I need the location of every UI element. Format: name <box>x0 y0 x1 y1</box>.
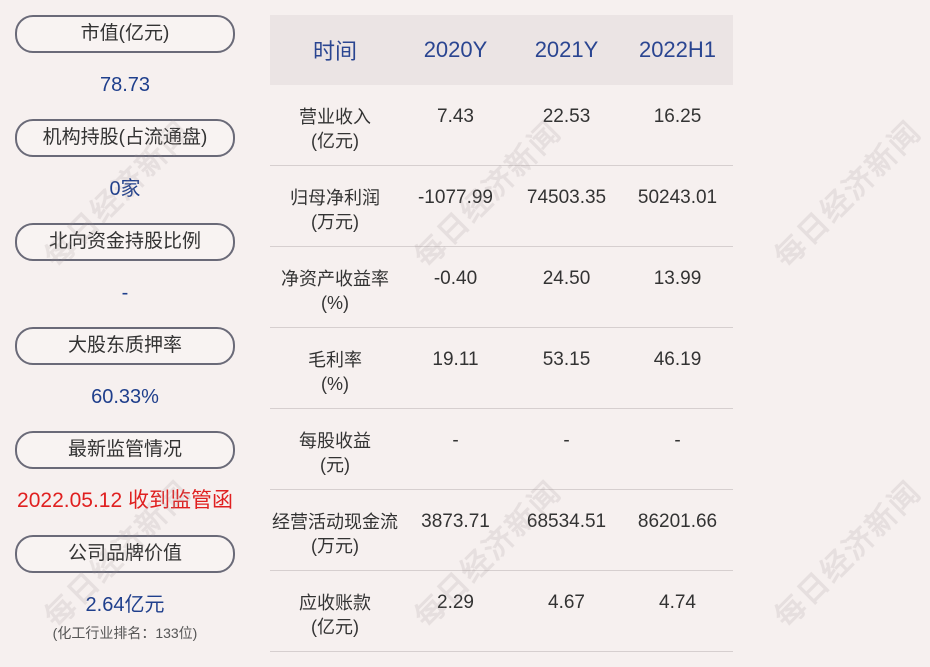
table-header: 时间 2020Y 2021Y 2022H1 <box>270 15 733 85</box>
row-label-unit: (亿元) <box>311 617 359 637</box>
row-label: 应收账款 (亿元) <box>270 571 400 639</box>
row-label: 营业收入 (亿元) <box>270 85 400 153</box>
table-cell: 74503.35 <box>526 187 607 208</box>
row-label-main: 每股收益 <box>299 431 371 451</box>
metric-label: 机构持股(占流通盘) <box>15 119 235 157</box>
row-label: 净资产收益率 (%) <box>270 247 400 315</box>
metric-value: - <box>121 282 129 304</box>
header-cell: 2022H1 <box>638 37 717 62</box>
metric-note: (化工行业排名：133位) <box>52 625 198 641</box>
table-cell: 22.53 <box>542 106 591 127</box>
table-cell: 50243.01 <box>637 187 718 208</box>
table-cell: 3873.71 <box>421 511 490 532</box>
metric-pledge-rate: 大股东质押率 60.33% <box>15 327 235 431</box>
metric-value: 60.33% <box>91 386 159 408</box>
table-row: 毛利率 (%) 19.11 53.15 46.19 <box>270 328 733 409</box>
row-label-main: 毛利率 <box>308 350 362 370</box>
table-cell: 16.25 <box>653 106 702 127</box>
row-label-unit: (万元) <box>311 212 359 232</box>
metric-label: 公司品牌价值 <box>15 535 235 573</box>
row-label-main: 营业收入 <box>299 107 371 127</box>
table-cell: 4.67 <box>548 592 585 613</box>
table-cell: - <box>674 430 681 451</box>
table-row: 每股收益 (元) - - - <box>270 409 733 490</box>
table-cell: 7.43 <box>437 106 474 127</box>
watermark: 每日经济新闻 <box>768 114 929 275</box>
metric-label: 大股东质押率 <box>15 327 235 365</box>
row-label: 经营活动现金流 (万元) <box>270 490 400 558</box>
table-cell: 68534.51 <box>526 511 607 532</box>
row-label-main: 应收账款 <box>299 593 371 613</box>
metric-market-cap: 市值(亿元) 78.73 <box>15 15 235 119</box>
table-row: 经营活动现金流 (万元) 3873.71 68534.51 86201.66 <box>270 490 733 571</box>
financial-table: 时间 2020Y 2021Y 2022H1 营业收入 (亿元) 7.43 22.… <box>270 15 733 652</box>
watermark: 每日经济新闻 <box>768 474 929 635</box>
metric-institutional-holdings: 机构持股(占流通盘) 0家 <box>15 119 235 223</box>
row-label-unit: (亿元) <box>311 131 359 151</box>
table-cell: 24.50 <box>542 268 591 289</box>
table-row: 净资产收益率 (%) -0.40 24.50 13.99 <box>270 247 733 328</box>
table-cell: 86201.66 <box>637 511 718 532</box>
metric-label: 北向资金持股比例 <box>15 223 235 261</box>
header-cell: 2020Y <box>423 37 488 62</box>
header-cell: 2021Y <box>534 37 599 62</box>
table-row: 营业收入 (亿元) 7.43 22.53 16.25 <box>270 85 733 166</box>
table-cell: 4.74 <box>659 592 696 613</box>
row-label-unit: (万元) <box>311 536 359 556</box>
table-cell: -1077.99 <box>417 187 493 208</box>
table-row: 归母净利润 (万元) -1077.99 74503.35 50243.01 <box>270 166 733 247</box>
metric-brand-value: 公司品牌价值 2.64亿元 (化工行业排名：133位) <box>15 535 235 641</box>
metric-regulatory-status: 最新监管情况 2022.05.12 收到监管函 <box>15 431 235 535</box>
table-row: 应收账款 (亿元) 2.29 4.67 4.74 <box>270 571 733 652</box>
table-cell: 19.11 <box>432 349 479 370</box>
row-label-unit: (%) <box>321 374 349 394</box>
row-label: 每股收益 (元) <box>270 409 400 477</box>
table-cell: 13.99 <box>653 268 702 289</box>
row-label-main: 经营活动现金流 <box>272 512 398 532</box>
metric-label: 最新监管情况 <box>15 431 235 469</box>
row-label: 归母净利润 (万元) <box>270 166 400 234</box>
row-label-unit: (元) <box>320 455 350 475</box>
row-label-main: 净资产收益率 <box>281 269 389 289</box>
row-label-main: 归母净利润 <box>290 188 380 208</box>
metric-value: 2.64亿元 <box>85 594 165 616</box>
page: 市值(亿元) 78.73 机构持股(占流通盘) 0家 北向资金持股比例 - 大股… <box>0 0 930 667</box>
table-cell: 46.19 <box>653 349 702 370</box>
row-label-unit: (%) <box>321 293 349 313</box>
table-cell: 53.15 <box>542 349 591 370</box>
metric-value-alert: 2022.05.12 收到监管函 <box>17 489 233 512</box>
metric-value: 0家 <box>109 178 141 200</box>
table-cell: - <box>452 430 459 451</box>
table-cell: 2.29 <box>437 592 474 613</box>
table-cell: - <box>563 430 570 451</box>
metrics-panel: 市值(亿元) 78.73 机构持股(占流通盘) 0家 北向资金持股比例 - 大股… <box>15 15 235 641</box>
table-cell: -0.40 <box>433 268 478 289</box>
header-cell: 时间 <box>312 39 357 64</box>
metric-northbound-ratio: 北向资金持股比例 - <box>15 223 235 327</box>
metric-value: 78.73 <box>99 74 151 96</box>
metric-label: 市值(亿元) <box>15 15 235 53</box>
row-label: 毛利率 (%) <box>270 328 400 396</box>
